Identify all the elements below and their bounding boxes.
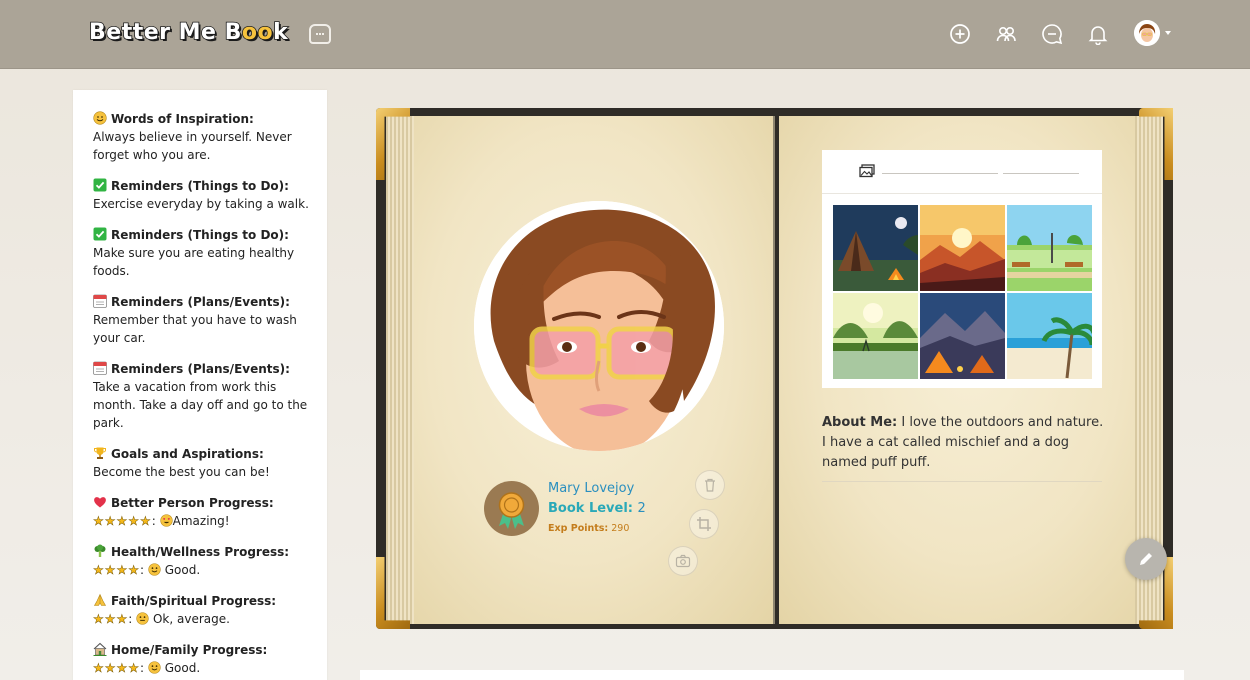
star-rating: ★★★★ (93, 563, 141, 578)
note-item: Health/Wellness Progress: ★★★★: Good. (93, 544, 290, 578)
star-rating: ★★★ (93, 612, 129, 627)
add-post-icon[interactable] (949, 23, 971, 45)
about-me: About Me: I love the outdoors and nature… (822, 415, 1104, 470)
tab-placeholder[interactable] (1003, 173, 1079, 174)
note-item: Reminders (Things to Do): Exercise every… (93, 178, 309, 211)
crop-button[interactable] (689, 509, 719, 539)
broccoli-icon (94, 544, 106, 557)
calendar-icon (93, 294, 107, 308)
profile-book: Mary Lovejoy Book Level: 2 Exp Points: 2… (362, 90, 1182, 638)
house-icon (93, 642, 107, 656)
note-item: Reminders (Plans/Events): Take a vacatio… (93, 361, 308, 430)
pencil-icon (1140, 553, 1152, 565)
book-cover: Mary Lovejoy Book Level: 2 Exp Points: 2… (376, 108, 1173, 629)
star-rating: ★★★★ (93, 661, 141, 676)
neutral-face-icon (136, 612, 149, 625)
profile-name-link[interactable]: Mary Lovejoy (548, 481, 634, 496)
note-item: Goals and Aspirations: Become the best y… (93, 447, 270, 479)
smile-icon (148, 661, 161, 674)
chevron-down-icon[interactable] (1165, 31, 1171, 35)
trash-icon (705, 478, 715, 492)
content-card (360, 670, 1184, 680)
sidebar-notes: Words of Inspiration: Always believe in … (73, 90, 327, 680)
book-level: Book Level: 2 (548, 501, 646, 516)
note-item: Words of Inspiration: Always believe in … (93, 111, 292, 162)
tab-placeholder[interactable] (882, 173, 998, 174)
notifications-bell-icon[interactable] (1087, 23, 1109, 45)
photo-thumbnail[interactable] (920, 205, 1005, 291)
level-badge-icon (484, 481, 539, 536)
note-item: Home/Family Progress: ★★★★: Good. (93, 642, 268, 676)
note-item: Reminders (Plans/Events): Remember that … (93, 294, 297, 345)
praying-hands-icon (93, 593, 107, 606)
brand-logo[interactable]: Better Me Book (88, 19, 288, 46)
edit-button[interactable] (1125, 538, 1167, 580)
camera-button[interactable] (668, 546, 698, 576)
photo-thumbnail[interactable] (1007, 293, 1092, 379)
photo-thumbnail[interactable] (833, 293, 918, 379)
note-item: Faith/Spiritual Progress: ★★★: Ok, avera… (93, 593, 277, 627)
photo-thumbnail[interactable] (833, 205, 918, 291)
heart-icon (94, 497, 106, 508)
crop-icon (697, 517, 711, 531)
star-rating: ★★★★★ (93, 514, 152, 529)
smile-icon (93, 111, 107, 125)
note-item: Better Person Progress: ★★★★★: Amazing! (93, 496, 274, 529)
profile-avatar (474, 201, 724, 451)
user-avatar[interactable] (1134, 20, 1160, 46)
friends-icon[interactable] (995, 23, 1017, 45)
divider (822, 481, 1102, 482)
top-navbar: Better Me Book (0, 0, 1250, 69)
book-left-page: Mary Lovejoy Book Level: 2 Exp Points: 2… (386, 116, 775, 624)
photo-grid (833, 205, 1092, 379)
messages-icon[interactable] (1041, 23, 1063, 45)
book-right-page: About Me: I love the outdoors and nature… (779, 116, 1163, 624)
heart-eyes-icon (160, 514, 173, 527)
exp-points: Exp Points: 290 (548, 523, 630, 534)
photo-gallery (822, 150, 1102, 388)
check-icon (93, 227, 107, 241)
smile-icon (148, 563, 161, 576)
photo-thumbnail[interactable] (920, 293, 1005, 379)
trophy-icon (94, 447, 106, 459)
home-icon[interactable] (309, 24, 331, 44)
calendar-icon (93, 361, 107, 375)
gallery-icon[interactable] (859, 164, 875, 178)
gallery-tabs (822, 150, 1102, 194)
photo-thumbnail[interactable] (1007, 205, 1092, 291)
check-icon (93, 178, 107, 192)
note-item: Reminders (Things to Do): Make sure you … (93, 227, 295, 278)
delete-button[interactable] (695, 470, 725, 500)
camera-icon (675, 554, 691, 568)
